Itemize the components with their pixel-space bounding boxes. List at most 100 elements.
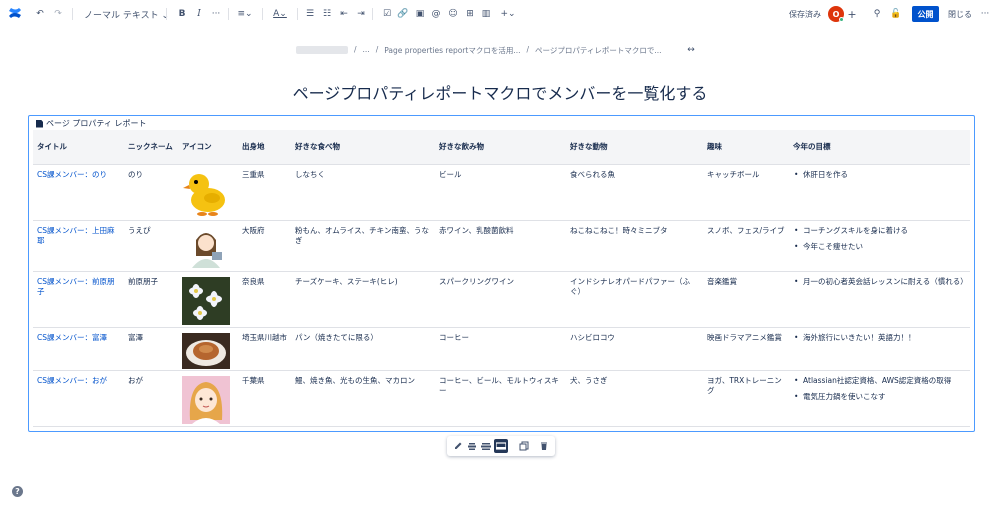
column-header[interactable]: 好きな動物 <box>566 130 703 165</box>
table-row: CS課メンバー：のり のり 三重県 しなちく ビール 食べられる魚 キャッチボー… <box>33 164 970 221</box>
full-width-toggle-icon[interactable]: ↔ <box>685 43 697 57</box>
redo-icon[interactable]: ↷ <box>52 7 64 21</box>
more-actions-icon[interactable]: ··· <box>980 7 990 21</box>
column-header[interactable]: 好きな食べ物 <box>291 130 435 165</box>
flowers-photo-icon <box>182 276 230 325</box>
hobby-cell: 音楽鑑賞 <box>703 271 789 328</box>
table-icon[interactable]: ⊞ <box>465 7 475 21</box>
table-header-row: タイトル ニックネーム アイコン 出身地 好きな食べ物 好きな飲み物 好きな動物… <box>33 130 970 165</box>
list-item: 休肝日を作る <box>793 170 966 181</box>
layout-icon[interactable]: ▥ <box>481 7 491 21</box>
girl-illustration-icon <box>182 375 230 424</box>
column-header[interactable]: アイコン <box>178 130 238 165</box>
animal-cell: ねこねこねこ！時々ミニブタ <box>566 220 703 272</box>
macro-label: ページ プロパティ レポート <box>36 118 146 129</box>
nickname-cell: 富澤 <box>124 327 178 371</box>
text-style-dropdown[interactable]: ノーマル テキスト ⌄ <box>84 8 169 21</box>
icon-cell <box>178 220 238 272</box>
goals-list: 休肝日を作る <box>793 170 966 181</box>
list-item: 電気圧力鍋を使いこなす <box>793 392 966 403</box>
hobby-cell: 映画ドラマアニメ鑑賞 <box>703 327 789 371</box>
mention-icon[interactable]: @ <box>431 7 441 21</box>
nickname-cell: おが <box>124 370 178 427</box>
outdent-icon[interactable]: ⇤ <box>339 7 349 21</box>
delete-icon[interactable] <box>539 441 549 451</box>
breadcrumb-item[interactable]: ページプロパティレポートマクロで... <box>535 45 662 56</box>
alignment-icon[interactable]: ≡⌄ <box>236 7 254 21</box>
column-header[interactable]: ニックネーム <box>124 130 178 165</box>
page-link[interactable]: CS課メンバー：おが <box>37 376 107 385</box>
image-icon[interactable]: ▣ <box>415 7 425 21</box>
confluence-logo-icon[interactable] <box>8 6 22 20</box>
drink-cell: ビール <box>435 164 566 221</box>
nickname-cell: うえぴ <box>124 220 178 272</box>
breadcrumb-item[interactable]: ... <box>363 45 370 56</box>
nickname-cell: のり <box>124 164 178 221</box>
task-checkbox-icon[interactable]: ☑ <box>382 7 392 21</box>
link-icon[interactable]: 🔗 <box>397 7 408 21</box>
column-header[interactable]: 今年の目標 <box>789 130 970 165</box>
goals-cell: 月一の初心者英会話レッスンに耐える（慣れる） <box>789 271 970 328</box>
drink-cell: コーヒー <box>435 327 566 371</box>
publish-button[interactable]: 公開 <box>912 6 939 22</box>
italic-icon[interactable]: I <box>194 7 204 21</box>
hobby-cell: キャッチボール <box>703 164 789 221</box>
animal-cell: 食べられる魚 <box>566 164 703 221</box>
goals-cell: 海外旅行にいきたい！英語力！！ <box>789 327 970 371</box>
list-item: 今年こそ痩せたい <box>793 242 966 253</box>
restriction-lock-icon[interactable]: 🔓 <box>890 7 901 21</box>
column-header[interactable]: 出身地 <box>238 130 291 165</box>
breadcrumb-separator: / <box>354 45 357 54</box>
indent-icon[interactable]: ⇥ <box>356 7 366 21</box>
origin-cell: 埼玉県川越市 <box>238 327 291 371</box>
page-link[interactable]: CS課メンバー：上田麻耶 <box>37 226 115 246</box>
invite-plus-icon[interactable]: + <box>847 7 857 21</box>
emoji-icon[interactable]: ☺ <box>448 7 458 21</box>
insert-more-icon[interactable]: +⌄ <box>498 7 518 21</box>
page-link[interactable]: CS課メンバー：富澤 <box>37 333 107 342</box>
align-center-icon[interactable] <box>467 441 477 451</box>
title-cell: CS課メンバー：上田麻耶 <box>33 220 124 272</box>
align-wide-icon[interactable] <box>481 441 491 451</box>
bullet-list-icon[interactable]: ☰ <box>305 7 315 21</box>
divider <box>297 8 298 20</box>
nickname-cell: 前原朋子 <box>124 271 178 328</box>
close-button[interactable]: 閉じる <box>948 9 972 20</box>
goals-list: コーチングスキルを身に着ける 今年こそ痩せたい <box>793 226 966 254</box>
icon-cell <box>178 327 238 371</box>
title-cell: CS課メンバー：おが <box>33 370 124 427</box>
goals-list: 海外旅行にいきたい！英語力！！ <box>793 333 966 344</box>
more-formatting-icon[interactable]: ··· <box>211 7 221 21</box>
breadcrumb-separator: / <box>526 45 530 54</box>
breadcrumb-item[interactable]: Page properties reportマクロを活用... <box>384 45 520 56</box>
undo-icon[interactable]: ↶ <box>34 7 46 21</box>
column-header[interactable]: 好きな飲み物 <box>435 130 566 165</box>
drink-cell: コーヒー、ビール、モルトウィスキー <box>435 370 566 427</box>
goals-cell: Atlassian社認定資格、AWS認定資格の取得 電気圧力鍋を使いこなす <box>789 370 970 427</box>
animal-cell: インドシナレオパードパファー（ふぐ） <box>566 271 703 328</box>
breadcrumb-space-redacted[interactable] <box>296 46 348 54</box>
column-header[interactable]: 趣味 <box>703 130 789 165</box>
text-color-icon[interactable]: A⌄ <box>271 7 289 21</box>
help-icon[interactable]: ? <box>12 486 23 497</box>
full-width-icon[interactable] <box>494 439 508 453</box>
numbered-list-icon[interactable]: ☷ <box>322 7 332 21</box>
goals-list: 月一の初心者英会話レッスンに耐える（慣れる） <box>793 277 968 288</box>
bold-icon[interactable]: B <box>177 7 187 21</box>
icon-cell <box>178 164 238 221</box>
table-row: CS課メンバー：前原朋子 前原朋子 奈良県 チーズケーキ、ステーキ(ヒレ) スパ… <box>33 271 970 328</box>
full-width-glyph <box>496 442 506 450</box>
copy-icon[interactable] <box>519 441 529 451</box>
goals-cell: 休肝日を作る <box>789 164 970 221</box>
column-header[interactable]: タイトル <box>33 130 124 165</box>
drink-cell: スパークリングワイン <box>435 271 566 328</box>
page-title[interactable]: ページプロパティレポートマクロでメンバーを一覧化する <box>0 80 1000 104</box>
search-icon[interactable]: ⚲ <box>872 7 882 21</box>
title-cell: CS課メンバー：前原朋子 <box>33 271 124 328</box>
bread-photo-icon <box>182 332 230 369</box>
document-icon <box>36 119 43 128</box>
page-link[interactable]: CS課メンバー：のり <box>37 170 107 179</box>
edit-icon[interactable] <box>453 441 463 451</box>
page-link[interactable]: CS課メンバー：前原朋子 <box>37 277 115 297</box>
icon-cell <box>178 370 238 427</box>
